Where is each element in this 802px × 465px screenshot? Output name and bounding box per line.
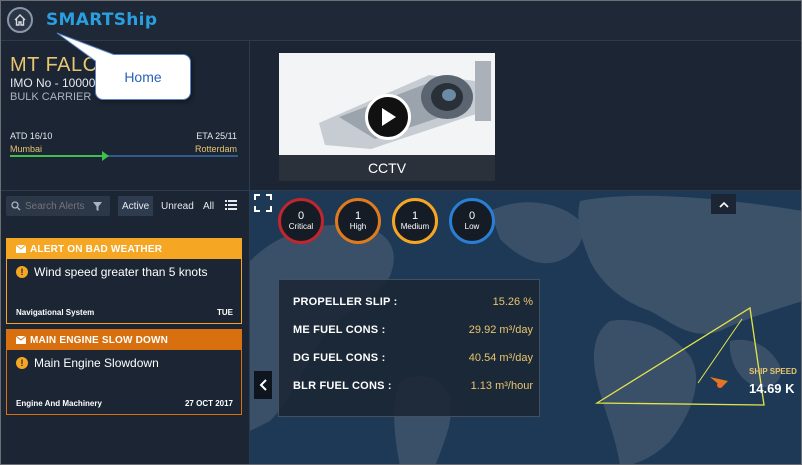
atd-text: ATD 16/10	[10, 131, 53, 141]
home-icon	[14, 14, 26, 26]
tab-active[interactable]: Active	[118, 196, 154, 216]
alert-search	[6, 196, 110, 216]
warning-icon: !	[16, 266, 28, 278]
kpi-row: DG FUEL CONS : 40.54 m³/day	[293, 350, 533, 366]
kpi-row: BLR FUEL CONS : 1.13 m³/hour	[293, 378, 533, 394]
alert-search-input[interactable]	[25, 200, 89, 212]
app-brand: SMARTShip	[46, 10, 158, 30]
ship-type: BULK CARRIER	[10, 91, 92, 103]
imo-number: IMO No - 1000001	[10, 76, 109, 90]
home-button[interactable]	[7, 7, 33, 33]
voyage-progress-bar	[10, 151, 238, 161]
callout-pointer-cover	[96, 55, 116, 75]
kpi-row: PROPELLER SLIP : 15.26 %	[293, 294, 533, 310]
alert-message: ! Wind speed greater than 5 knots	[16, 265, 207, 279]
severity-count: 1	[411, 210, 419, 222]
severity-low[interactable]: 0 Low	[449, 198, 495, 244]
alert-date: 27 OCT 2017	[184, 399, 233, 408]
progress-arrow-icon	[101, 151, 109, 161]
envelope-icon	[16, 245, 26, 253]
severity-label: High	[349, 222, 367, 231]
eta-text: ETA 25/11	[196, 131, 237, 141]
severity-count: 0	[468, 210, 476, 222]
kpi-name: ME FUEL CONS :	[293, 324, 386, 336]
play-icon	[382, 108, 396, 126]
list-view-icon[interactable]	[225, 200, 237, 210]
alert-header: ALERT ON BAD WEATHER	[7, 239, 241, 259]
cctv-area: CCTV	[250, 41, 801, 191]
alert-message-text: Wind speed greater than 5 knots	[34, 265, 208, 279]
alert-card[interactable]: MAIN ENGINE SLOW DOWN ! Main Engine Slow…	[6, 329, 242, 415]
severity-label: Low	[464, 222, 480, 231]
tooltip-text: Home	[124, 69, 162, 85]
alert-system: Engine And Machinery	[16, 399, 102, 408]
cctv-label: CCTV	[279, 155, 495, 181]
alert-card[interactable]: ALERT ON BAD WEATHER ! Wind speed greate…	[6, 238, 242, 324]
alert-title: MAIN ENGINE SLOW DOWN	[30, 334, 169, 346]
app-window: SMARTShip Home MT FALCON STAR IMO No - 1…	[0, 0, 802, 465]
kpi-name: PROPELLER SLIP :	[293, 296, 398, 308]
tab-unread[interactable]: Unread	[157, 196, 198, 216]
arrival-port: Rotterdam	[194, 144, 237, 154]
ship-speed-label: SHIP SPEED	[749, 367, 797, 376]
alert-header: MAIN ENGINE SLOW DOWN	[7, 330, 241, 350]
kpi-name: DG FUEL CONS :	[293, 352, 386, 364]
kpi-value: 1.13 m³/hour	[470, 380, 533, 392]
warning-icon: !	[16, 357, 28, 369]
severity-count: 1	[354, 210, 362, 222]
kpi-name: BLR FUEL CONS :	[293, 380, 392, 392]
previous-button[interactable]	[254, 371, 272, 399]
alert-message-text: Main Engine Slowdown	[34, 356, 159, 370]
alerts-panel: Active Unread All ALERT ON BAD WEATHER !…	[1, 191, 250, 464]
alert-date: TUE	[217, 308, 233, 317]
alert-body: ! Main Engine Slowdown Engine And Machin…	[7, 350, 241, 414]
top-bar: SMARTShip	[1, 1, 801, 41]
envelope-icon	[16, 336, 26, 344]
world-map[interactable]: 0 Critical 1 High 1 Medium 0 Low PROPELL…	[250, 191, 801, 464]
alert-system: Navigational System	[16, 308, 95, 317]
play-button[interactable]	[365, 94, 411, 140]
severity-label: Critical	[288, 222, 314, 231]
kpi-panel: PROPELLER SLIP : 15.26 % ME FUEL CONS : …	[278, 279, 540, 417]
alert-title: ALERT ON BAD WEATHER	[30, 243, 163, 255]
departure-port: Mumbai	[10, 144, 43, 154]
kpi-value: 40.54 m³/day	[468, 352, 533, 364]
voyage-progress-fill	[10, 155, 106, 157]
kpi-row: ME FUEL CONS : 29.92 m³/day	[293, 322, 533, 338]
tab-all[interactable]: All	[199, 196, 218, 216]
severity-medium[interactable]: 1 Medium	[392, 198, 438, 244]
chevron-up-icon	[718, 201, 729, 208]
chevron-left-icon	[259, 379, 267, 391]
alert-body: ! Wind speed greater than 5 knots Naviga…	[7, 259, 241, 323]
severity-count: 0	[297, 210, 305, 222]
kpi-value: 29.92 m³/day	[468, 324, 533, 336]
severity-critical[interactable]: 0 Critical	[278, 198, 324, 244]
filter-icon[interactable]	[93, 201, 102, 211]
severity-high[interactable]: 1 High	[335, 198, 381, 244]
collapse-button[interactable]	[711, 194, 736, 214]
kpi-value: 15.26 %	[492, 296, 533, 308]
expand-icon[interactable]	[254, 194, 272, 212]
ship-speed-value: 14.69 K	[749, 381, 795, 396]
search-icon	[11, 201, 21, 211]
severity-label: Medium	[400, 222, 430, 231]
alert-message: ! Main Engine Slowdown	[16, 356, 159, 370]
cctv-card[interactable]: CCTV	[279, 53, 495, 181]
